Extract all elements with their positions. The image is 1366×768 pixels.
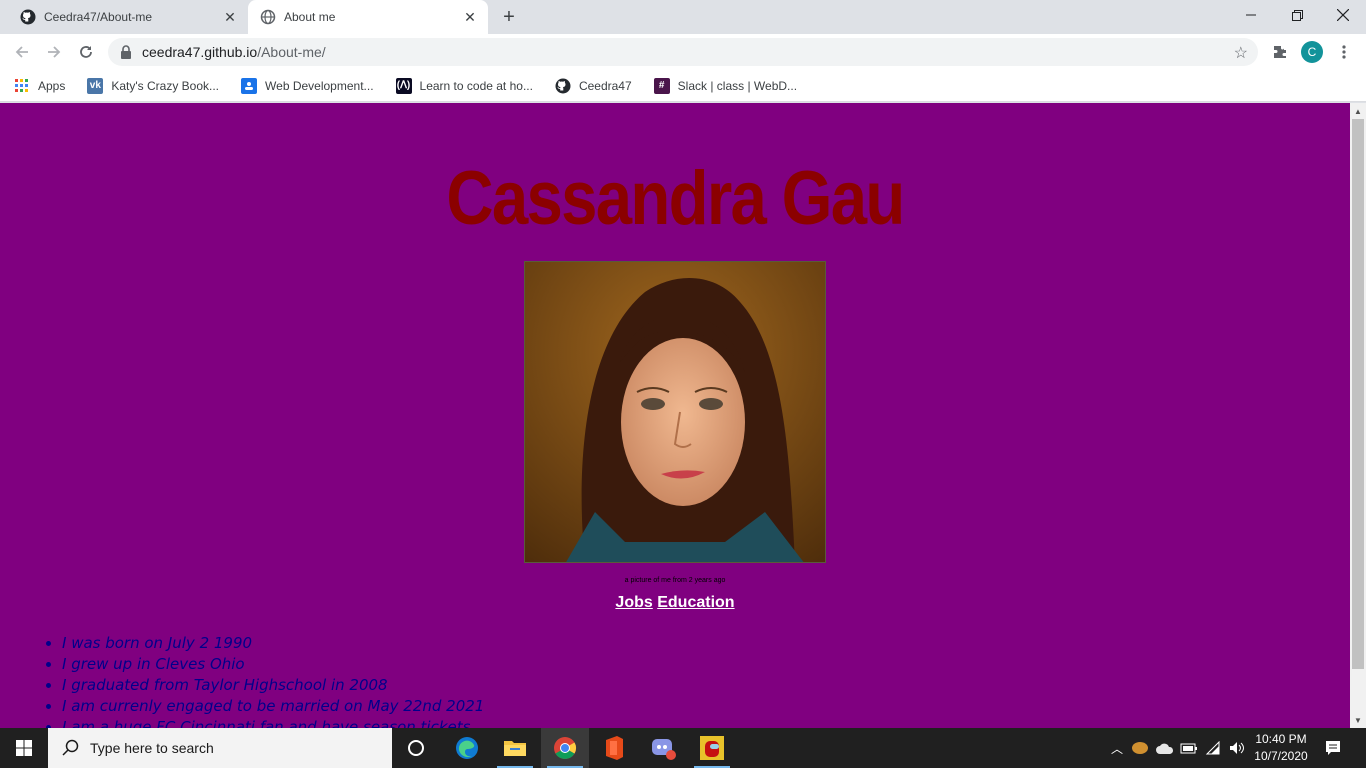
github-icon bbox=[555, 78, 571, 94]
office-icon[interactable] bbox=[590, 728, 638, 768]
bookmark-ceedra47[interactable]: Ceedra47 bbox=[555, 78, 632, 94]
scroll-down-icon[interactable]: ▼ bbox=[1350, 712, 1366, 728]
freecodecamp-icon: (ᐱ) bbox=[395, 77, 412, 94]
bookmark-label: Ceedra47 bbox=[578, 78, 632, 93]
clock-time: 10:40 PM bbox=[1255, 732, 1307, 746]
address-bar[interactable]: ceedra47.github.io/About-me/ ☆ bbox=[108, 38, 1258, 66]
notification-center-icon[interactable] bbox=[1318, 728, 1348, 768]
volume-icon[interactable] bbox=[1226, 728, 1248, 768]
reload-icon[interactable] bbox=[72, 38, 100, 66]
clock-date: 10/7/2020 bbox=[1254, 749, 1308, 763]
list-item: I graduated from Taylor Highschool in 20… bbox=[62, 675, 484, 696]
page-body: Cassandra Gau a picture of me from 2 yea… bbox=[0, 103, 1350, 728]
taskbar-search[interactable]: Type here to search bbox=[48, 728, 392, 768]
among-us-icon[interactable] bbox=[688, 728, 736, 768]
bookmark-katys-crazy-book[interactable]: vk Katy's Crazy Book... bbox=[87, 77, 220, 94]
chrome-icon[interactable] bbox=[541, 728, 589, 768]
tab-about-me[interactable]: About me ✕ bbox=[248, 0, 488, 34]
taskbar: Type here to search ︿ 10:40 PM 10/7/2020 bbox=[0, 728, 1366, 768]
vk-icon: vk bbox=[87, 77, 104, 94]
url-text: ceedra47.github.io/About-me/ bbox=[142, 44, 326, 60]
url-path: /About-me/ bbox=[257, 44, 326, 60]
facts-list: I was born on July 2 1990 I grew up in C… bbox=[62, 633, 484, 728]
close-icon[interactable]: ✕ bbox=[460, 7, 480, 27]
tab-github[interactable]: Ceedra47/About-me ✕ bbox=[8, 0, 248, 34]
list-item: I grew up in Cleves Ohio bbox=[62, 654, 484, 675]
file-explorer-icon[interactable] bbox=[491, 728, 539, 768]
minimize-button[interactable] bbox=[1228, 0, 1274, 30]
tab-strip: Ceedra47/About-me ✕ About me ✕ + bbox=[0, 0, 1366, 34]
close-icon[interactable]: ✕ bbox=[220, 7, 240, 27]
tab-title: About me bbox=[284, 10, 336, 24]
apps-grid-icon bbox=[14, 78, 30, 94]
tray-app-icon[interactable] bbox=[1130, 728, 1150, 768]
restore-button[interactable] bbox=[1274, 0, 1320, 30]
search-icon bbox=[62, 739, 80, 757]
tab-title: Ceedra47/About-me bbox=[44, 10, 153, 24]
chevron-up-icon[interactable]: ︿ bbox=[1108, 728, 1126, 768]
bookmark-learn-to-code[interactable]: (ᐱ) Learn to code at ho... bbox=[395, 77, 533, 94]
bookmark-label: Katy's Crazy Book... bbox=[111, 78, 220, 93]
education-link[interactable]: Education bbox=[657, 594, 734, 611]
profile-avatar[interactable]: C bbox=[1301, 41, 1323, 63]
cortana-icon[interactable] bbox=[392, 728, 440, 768]
classroom-icon bbox=[241, 77, 258, 94]
bookmark-apps[interactable]: Apps bbox=[14, 78, 65, 94]
discord-icon[interactable] bbox=[639, 728, 687, 768]
bookmarks-bar: Apps vk Katy's Crazy Book... Web Develop… bbox=[0, 70, 1366, 102]
menu-dots-icon[interactable] bbox=[1334, 42, 1354, 62]
onedrive-cloud-icon[interactable] bbox=[1154, 728, 1176, 768]
bookmark-label: Web Development... bbox=[265, 78, 374, 93]
list-item: I am a huge FC Cincinnati fan and have s… bbox=[62, 717, 484, 728]
forward-icon[interactable] bbox=[40, 38, 68, 66]
scrollbar-thumb[interactable] bbox=[1352, 119, 1364, 669]
browser-toolbar: ceedra47.github.io/About-me/ ☆ C bbox=[0, 34, 1366, 70]
battery-icon[interactable] bbox=[1178, 728, 1200, 768]
new-tab-button[interactable]: + bbox=[498, 6, 520, 28]
close-window-button[interactable] bbox=[1320, 0, 1366, 30]
bookmark-label: Learn to code at ho... bbox=[419, 78, 533, 93]
github-icon bbox=[20, 9, 36, 25]
wifi-icon[interactable] bbox=[1202, 728, 1224, 768]
system-clock[interactable]: 10:40 PM 10/7/2020 bbox=[1248, 731, 1314, 765]
globe-icon bbox=[260, 9, 276, 25]
lock-icon bbox=[120, 45, 134, 59]
search-placeholder: Type here to search bbox=[90, 740, 214, 756]
list-item: I am currenly engaged to be married on M… bbox=[62, 696, 484, 717]
bookmark-slack[interactable]: # Slack | class | WebD... bbox=[653, 77, 798, 94]
bookmark-star-icon[interactable]: ☆ bbox=[1234, 43, 1248, 63]
bookmark-label: Slack | class | WebD... bbox=[677, 78, 798, 93]
bookmark-label: Apps bbox=[38, 78, 66, 93]
page-scrollbar[interactable]: ▲ ▼ bbox=[1350, 103, 1366, 728]
extensions-icon[interactable] bbox=[1270, 42, 1290, 62]
slack-icon: # bbox=[653, 77, 670, 94]
photo-caption: a picture of me from 2 years ago bbox=[624, 577, 726, 584]
jobs-link[interactable]: Jobs bbox=[615, 594, 652, 611]
list-item: I was born on July 2 1990 bbox=[62, 633, 484, 654]
profile-photo bbox=[524, 261, 826, 563]
scroll-up-icon[interactable]: ▲ bbox=[1350, 103, 1366, 119]
nav-links: Jobs Education bbox=[0, 594, 1350, 612]
edge-icon[interactable] bbox=[443, 728, 491, 768]
windows-start-icon[interactable] bbox=[0, 728, 48, 768]
bookmark-web-development[interactable]: Web Development... bbox=[241, 77, 374, 94]
page-title: Cassandra Gau bbox=[446, 156, 905, 241]
url-host: ceedra47.github.io bbox=[142, 44, 258, 60]
back-icon[interactable] bbox=[8, 38, 36, 66]
